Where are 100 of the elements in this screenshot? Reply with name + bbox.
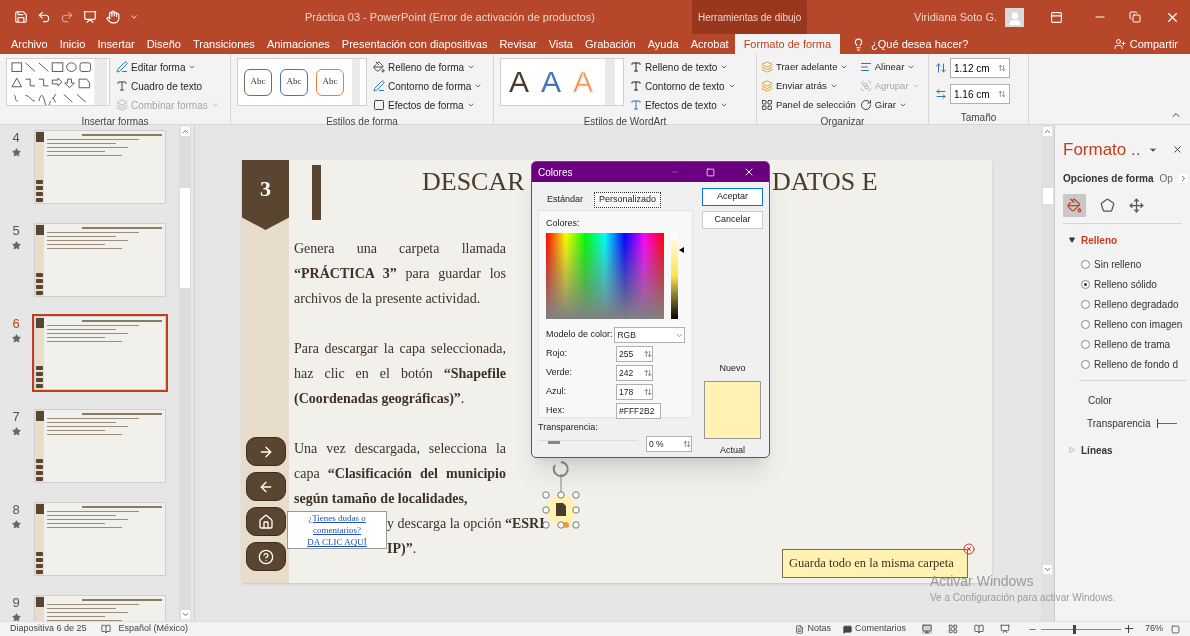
radio-button[interactable] [1081, 279, 1090, 289]
ribbon-command[interactable]: Contorno de texto [630, 77, 736, 95]
language-label[interactable]: Español (México) [118, 622, 189, 636]
spinner-icon[interactable] [644, 388, 652, 396]
ribbon-tab[interactable]: Acrobat [684, 34, 735, 54]
ribbon-tab[interactable]: Presentación con diapositivas [335, 34, 494, 54]
ribbon-command[interactable]: Efectos de texto [630, 96, 736, 114]
shape-style-preset[interactable]: Abc [280, 68, 308, 96]
undo-icon[interactable] [37, 10, 51, 24]
shape-style-preset[interactable]: Abc [316, 68, 344, 96]
save-icon[interactable] [14, 10, 28, 24]
ribbon-command[interactable]: Enviar atrás [761, 77, 856, 95]
plus-icon[interactable] [1125, 625, 1133, 633]
dialog-tab[interactable]: Personalizado [594, 192, 662, 208]
ribbon-command[interactable]: Alinear [859, 58, 920, 76]
slide-thumbnail[interactable] [34, 130, 166, 204]
ribbon-display-icon[interactable] [1050, 10, 1063, 24]
ribbon-command[interactable]: Relleno de texto [630, 58, 736, 76]
ribbon-tab[interactable]: Revisar [493, 34, 543, 54]
ribbon-tab[interactable]: Inicio [53, 34, 92, 54]
number-field[interactable]: 178 [616, 384, 653, 400]
close-icon[interactable] [743, 166, 755, 178]
ribbon-command[interactable]: Editar forma [116, 58, 219, 76]
spinner-icon[interactable] [998, 64, 1006, 72]
reading-view-icon[interactable] [974, 624, 984, 634]
pane-tab[interactable]: Op [1159, 170, 1173, 186]
ribbon-tab[interactable]: Ayuda [641, 34, 685, 54]
slide-thumbnail[interactable] [34, 502, 166, 576]
tell-me-field[interactable]: ¿Qué desea hacer? [871, 35, 969, 53]
delete-icon[interactable] [963, 543, 975, 555]
luminance-slider[interactable] [671, 233, 685, 319]
ribbon-command[interactable]: Traer adelante [761, 58, 856, 76]
scroll-thumb[interactable] [180, 188, 190, 288]
selected-shape-drawing[interactable] [542, 458, 580, 530]
number-field[interactable]: 242 [616, 365, 653, 381]
maximize-icon[interactable] [706, 167, 715, 177]
ribbon-tab[interactable]: Transiciones [186, 34, 261, 54]
ribbon-tab[interactable]: Formato de forma [734, 34, 841, 54]
shape-style-gallery[interactable]: Abc Abc Abc [237, 58, 367, 106]
slideshow-icon[interactable] [1000, 624, 1010, 634]
ribbon-command[interactable]: Girar [859, 96, 920, 114]
spinner-icon[interactable] [998, 90, 1006, 98]
scroll-thumb[interactable] [1042, 187, 1053, 204]
wordart-preset[interactable]: A [541, 67, 562, 97]
ribbon-command[interactable]: Efectos de forma [373, 96, 483, 114]
size-field[interactable]: 1.16 cm [950, 84, 1010, 104]
radio-button[interactable] [1081, 339, 1090, 349]
slide-thumbnail[interactable] [34, 409, 166, 483]
previous-button[interactable] [245, 472, 286, 501]
ok-button[interactable]: Aceptar [702, 188, 763, 206]
cancel-button[interactable]: Cancelar [702, 211, 763, 229]
paint-bucket-icon[interactable] [1067, 197, 1082, 213]
color-model-select[interactable]: RGB [614, 327, 685, 343]
dialog-tab[interactable]: Estándar [542, 192, 589, 208]
size-field[interactable]: 1.12 cm [950, 58, 1010, 78]
customize-toolbar-icon[interactable] [129, 12, 139, 22]
spinner-icon[interactable] [644, 369, 652, 377]
ribbon-command[interactable]: Cuadro de texto [116, 77, 219, 95]
help-link[interactable]: ¿Tienes dudas o comentarios? DA CLIC AQUÍ [287, 511, 387, 549]
normal-view-icon[interactable] [922, 624, 932, 634]
zoom-slider[interactable] [1041, 624, 1121, 634]
ribbon-command[interactable]: Panel de selección [761, 96, 856, 114]
scroll-down-icon[interactable] [180, 610, 190, 619]
radio-button[interactable] [1081, 359, 1090, 369]
color-spectrum[interactable] [546, 233, 665, 319]
share-button[interactable]: Compartir [1113, 34, 1178, 54]
pentagon-icon[interactable] [1100, 197, 1115, 213]
hex-field[interactable]: #FFF2B2 [616, 403, 661, 419]
ribbon-tab[interactable]: Grabación [578, 34, 642, 54]
ribbon-command[interactable]: Relleno de forma [373, 58, 483, 76]
zoom-level[interactable]: 76% [1145, 622, 1163, 636]
ribbon-command[interactable]: Contorno de forma [373, 77, 483, 95]
shapes-gallery-drawing[interactable] [6, 58, 110, 106]
scroll-right-icon[interactable] [1178, 173, 1188, 183]
radio-button[interactable] [1081, 319, 1090, 329]
transparency-slider[interactable] [1156, 418, 1177, 428]
scroll-up-icon[interactable] [180, 127, 190, 136]
number-field[interactable]: 255 [616, 346, 653, 362]
size-properties-icon[interactable] [1129, 197, 1144, 213]
slide-thumbnail[interactable] [34, 223, 166, 297]
ribbon-tab[interactable]: Insertar [91, 34, 141, 54]
close-icon[interactable] [1172, 144, 1184, 156]
slide-sorter-icon[interactable] [948, 624, 958, 634]
home-button[interactable] [245, 507, 286, 536]
next-button[interactable] [245, 437, 286, 466]
radio-button[interactable] [1081, 259, 1090, 269]
pane-tab[interactable]: Opciones de forma [1063, 170, 1154, 186]
touch-mode-icon[interactable] [106, 10, 120, 24]
ribbon-tab[interactable]: Archivo [5, 34, 54, 54]
expand-icon[interactable] [1069, 237, 1075, 243]
ribbon-tab[interactable]: Animaciones [260, 34, 336, 54]
notes-button[interactable]: Notas [795, 622, 831, 636]
wordart-preset[interactable]: A [509, 67, 529, 97]
wordart-gallery[interactable]: A A A [500, 58, 625, 106]
scroll-down-icon[interactable] [1043, 565, 1052, 574]
transparency-field[interactable]: 0 % [646, 436, 692, 452]
restore-icon[interactable] [1129, 11, 1141, 23]
slide-thumbnail[interactable] [34, 316, 166, 390]
scroll-up-icon[interactable] [1043, 127, 1052, 136]
presenter-icon[interactable] [83, 10, 97, 24]
